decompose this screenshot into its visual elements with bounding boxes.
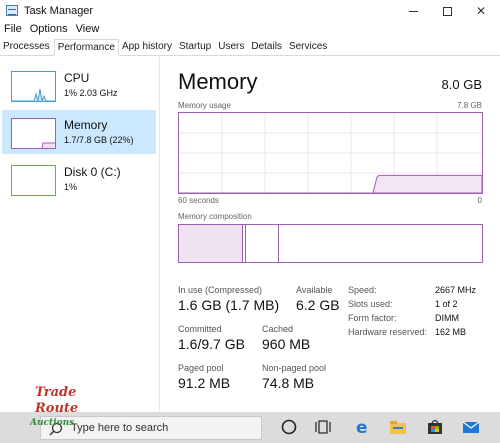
form-factor-label: Form factor: [348,313,397,323]
resource-sidebar: CPU 1% 2.03 GHz Memory 1.7/7.8 GB (22%) … [0,57,160,412]
tab-performance[interactable]: Performance [53,39,119,56]
file-explorer-icon[interactable] [389,418,407,436]
minimize-icon [408,10,418,12]
sidebar-item-value: 1% [64,182,78,192]
title-bar: Task Manager ✕ [0,0,500,22]
logo-line-1: Trade [35,385,77,400]
paged-pool-label: Paged pool [178,363,224,373]
task-view-icon[interactable] [314,418,332,436]
committed-value: 1.6/9.7 GB [178,336,245,352]
memory-thumbnail-graph [11,118,56,149]
in-use-label: In use (Compressed) [178,285,263,295]
cpu-sparkline [12,88,55,101]
hardware-reserved-label: Hardware reserved: [348,327,428,337]
cpu-thumbnail-graph [11,71,56,102]
committed-label: Committed [178,324,222,334]
sidebar-item-cpu[interactable]: CPU 1% 2.03 GHz [2,63,156,107]
speed-value: 2667 MHz [435,285,477,295]
cortana-icon[interactable] [280,418,298,436]
edge-icon[interactable]: e [354,418,372,436]
graph-time-left: 60 seconds [178,196,219,205]
tab-startup[interactable]: Startup [176,39,215,56]
available-value: 6.2 GB [296,297,340,313]
memory-usage-area [179,174,482,193]
cached-label: Cached [262,324,294,334]
sidebar-item-value: 1% 2.03 GHz [64,88,118,98]
sidebar-item-disk[interactable]: Disk 0 (C:) 1% [2,157,156,201]
memory-usage-max: 7.8 GB [457,101,482,110]
sidebar-item-value: 1.7/7.8 GB (22%) [64,135,134,145]
graph-time-right: 0 [477,196,482,205]
svg-text:e: e [356,418,368,436]
memory-usage-chart [179,113,482,193]
paged-pool-value: 91.2 MB [178,375,231,391]
menu-options[interactable]: Options [26,22,72,38]
available-label: Available [296,285,333,295]
store-icon[interactable] [426,418,444,436]
maximize-icon [442,6,452,16]
close-button[interactable]: ✕ [464,0,498,22]
slots-value: 1 of 2 [435,299,458,309]
memory-composition-label: Memory composition [178,212,252,221]
tab-details[interactable]: Details [248,39,286,56]
memory-detail-panel: Memory 8.0 GB Memory usage 7.8 GB 60 sec… [160,57,500,412]
window-title: Task Manager [24,5,94,17]
menu-bar: File Options View [0,22,103,38]
composition-in-use[interactable] [179,225,243,262]
composition-standby[interactable] [246,225,279,262]
tab-app-history[interactable]: App history [119,39,176,56]
tab-users[interactable]: Users [215,39,248,56]
memory-sparkline [41,142,55,148]
logo-line-3: Auctions [30,418,75,428]
tab-bar: Processes Performance App history Startu… [0,39,500,56]
disk-thumbnail-graph [11,165,56,196]
menu-file[interactable]: File [0,22,26,38]
task-manager-icon [6,5,18,16]
in-use-value: 1.6 GB (1.7 MB) [178,297,280,313]
trade-route-auctions-logo: Trade Route Auctions [30,385,90,441]
non-paged-pool-value: 74.8 MB [262,375,315,391]
slots-label: Slots used: [348,299,393,309]
hardware-reserved-value: 162 MB [435,327,467,337]
sidebar-item-label: Memory [64,118,108,132]
form-factor-value: DIMM [435,313,459,323]
mail-icon[interactable] [462,418,480,436]
logo-line-2: Route [35,401,79,416]
sidebar-item-label: CPU [64,71,90,85]
total-memory: 8.0 GB [441,77,482,92]
tab-services[interactable]: Services [286,39,331,56]
memory-usage-graph [178,112,483,194]
menu-view[interactable]: View [72,22,104,38]
speed-label: Speed: [348,285,377,295]
non-paged-pool-label: Non-paged pool [262,363,327,373]
minimize-button[interactable] [396,0,430,22]
memory-usage-label: Memory usage [178,101,231,110]
close-icon: ✕ [475,4,487,18]
sidebar-item-label: Disk 0 (C:) [64,165,121,179]
tab-processes[interactable]: Processes [0,39,54,56]
page-title: Memory [178,69,258,94]
cached-value: 960 MB [262,336,311,352]
maximize-button[interactable] [430,0,464,22]
memory-composition-bar [178,224,483,263]
sidebar-item-memory[interactable]: Memory 1.7/7.8 GB (22%) [2,110,156,154]
